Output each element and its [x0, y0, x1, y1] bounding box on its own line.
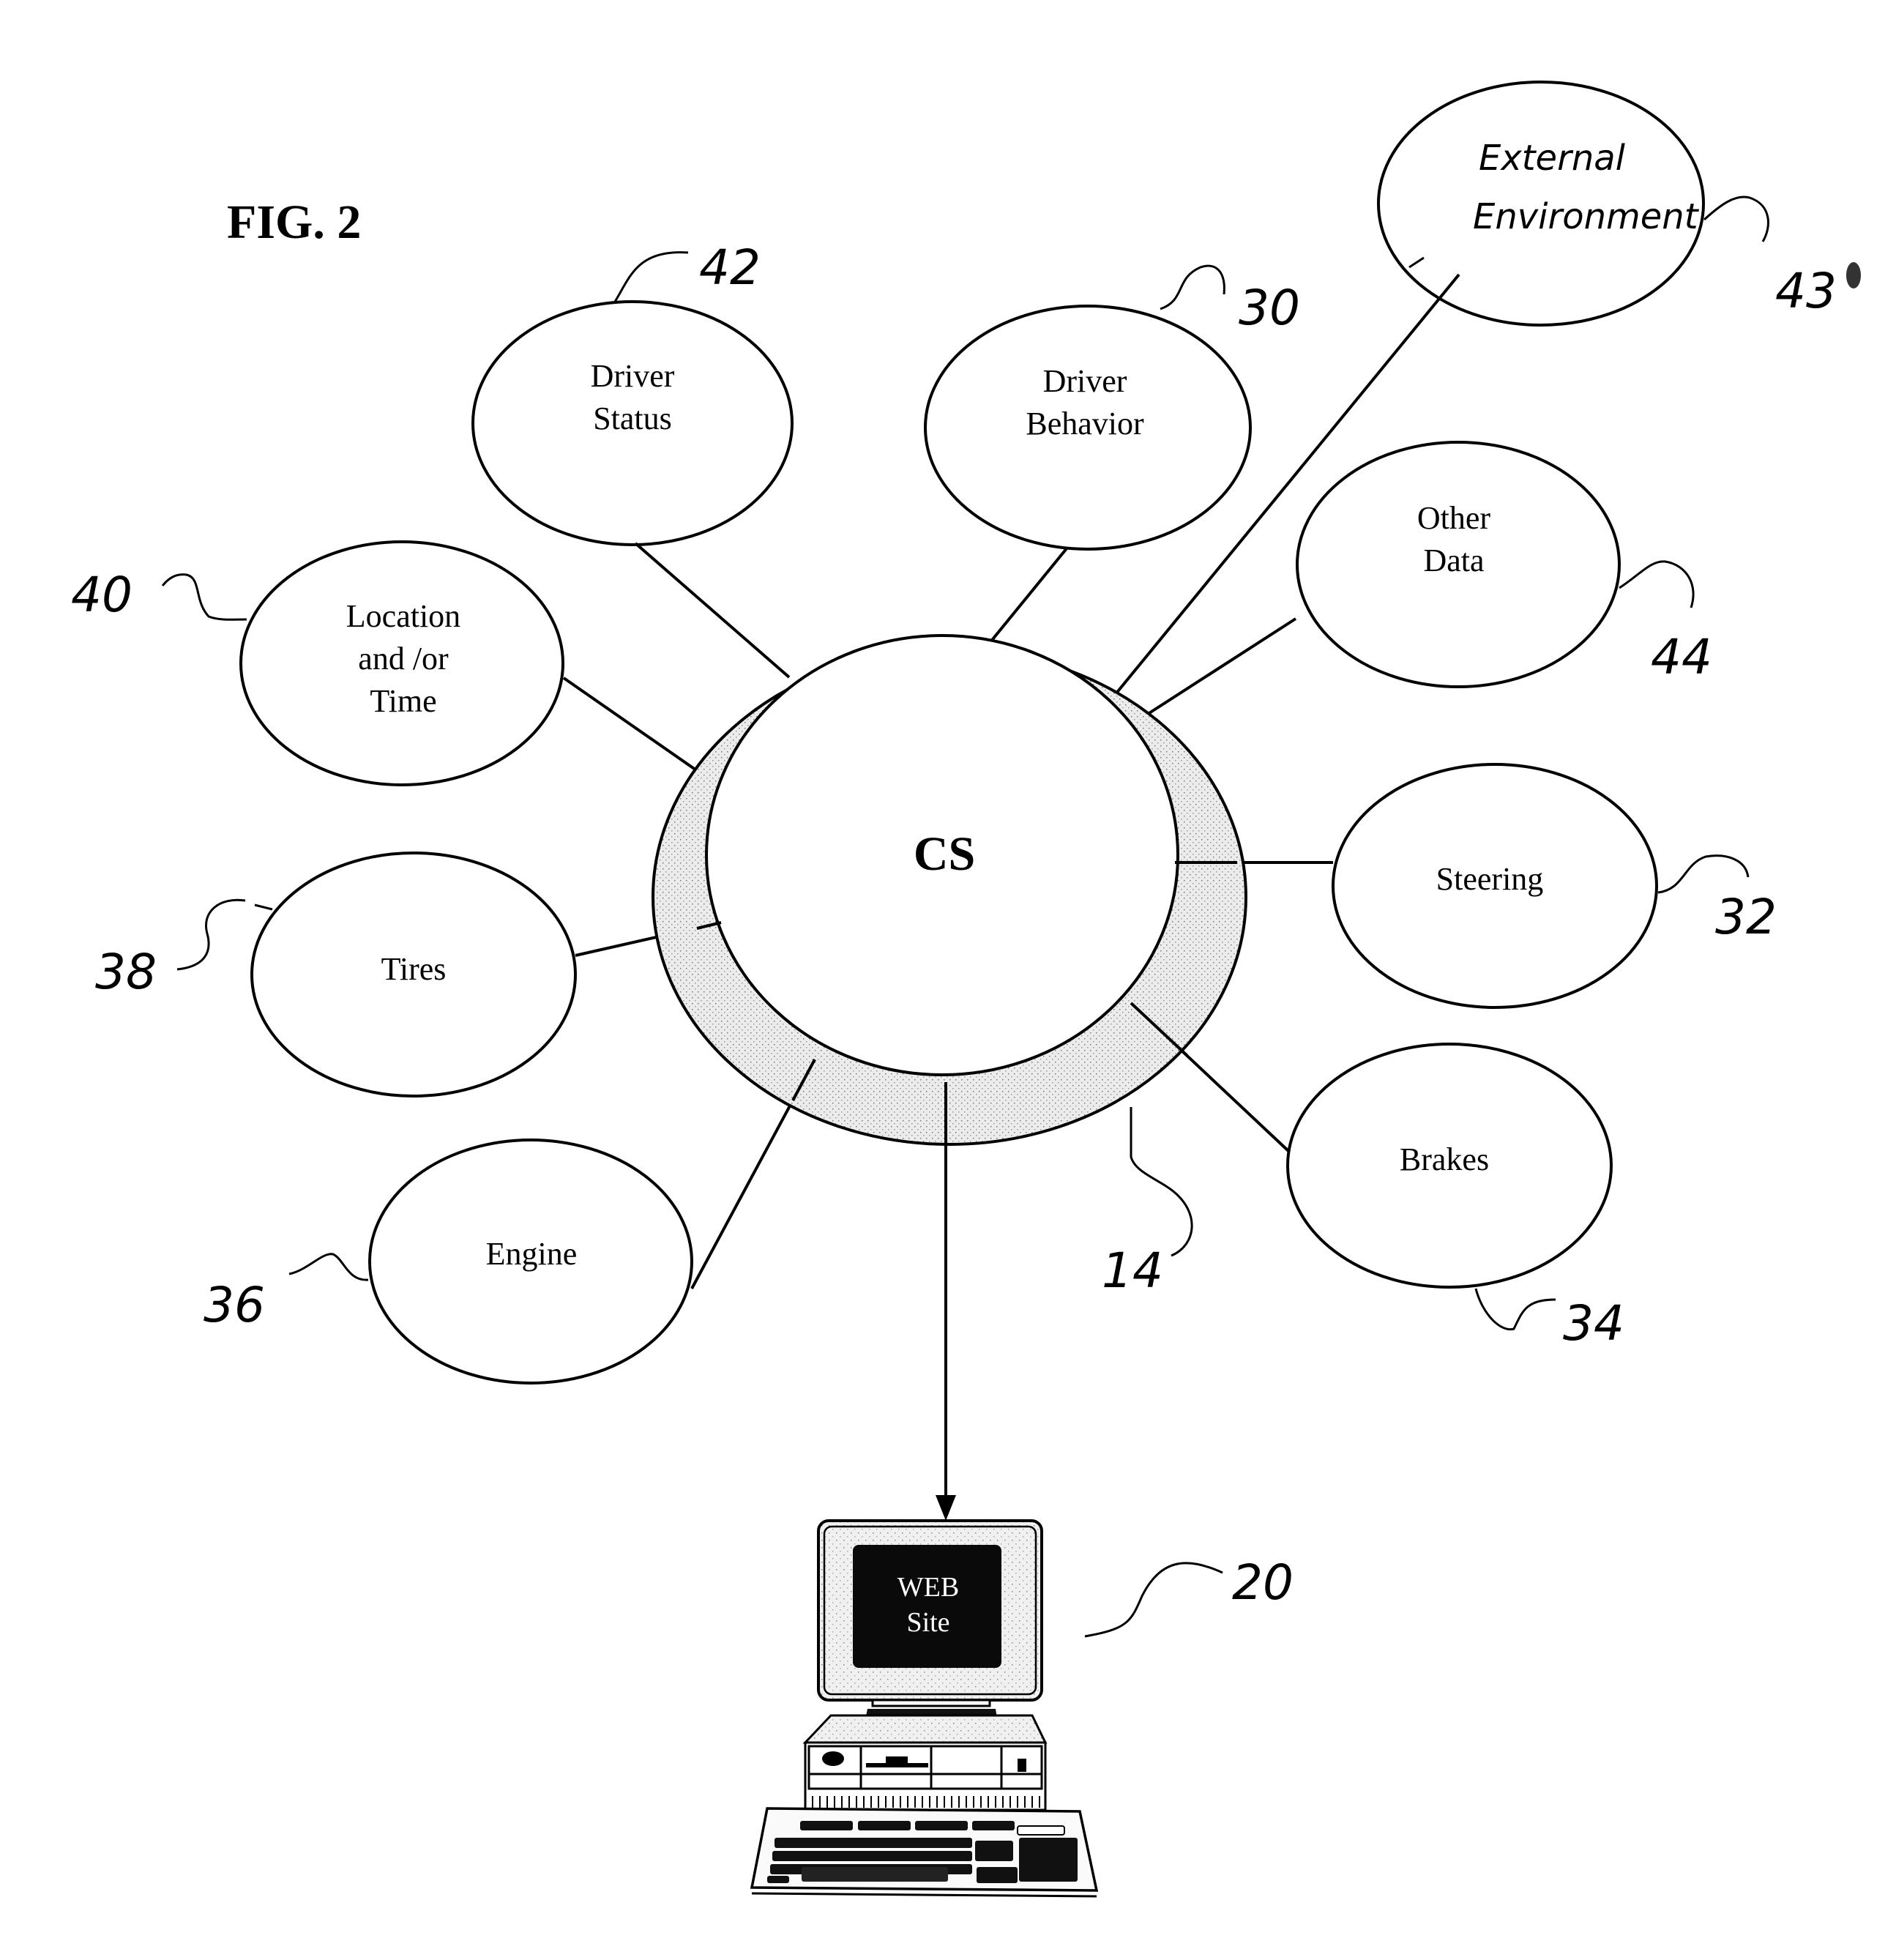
- keyboard-keys: [767, 1821, 1078, 1883]
- arrow-to-website: [936, 1082, 956, 1521]
- node-driver-status[interactable]: Driver Status: [471, 300, 794, 546]
- leader-30: [1160, 264, 1225, 310]
- ref-14: 14: [1102, 1242, 1163, 1299]
- node-external-environment[interactable]: External Environment: [1377, 81, 1705, 327]
- node-label: Steering: [1436, 861, 1544, 897]
- cs-label: CS: [914, 827, 975, 881]
- switch-icon: [1018, 1759, 1026, 1772]
- leader-34: [1474, 1288, 1556, 1331]
- screen-text: WEB: [897, 1572, 959, 1603]
- node-label: Location: [346, 598, 460, 634]
- ref-43-dot: [1846, 262, 1861, 288]
- node-label: and /or: [358, 641, 449, 677]
- leader-38: [176, 898, 273, 971]
- node-label: External: [1479, 138, 1626, 179]
- node-steering[interactable]: Steering: [1332, 763, 1658, 1009]
- arrow-head: [936, 1495, 956, 1521]
- monitor-stand-neck: [871, 1699, 991, 1707]
- node-label: Tires: [381, 951, 447, 987]
- node-label: Engine: [486, 1236, 578, 1272]
- node-engine[interactable]: Engine: [368, 1139, 693, 1385]
- ref-34: 34: [1563, 1295, 1624, 1352]
- leader-36: [288, 1253, 369, 1281]
- node-label: Status: [593, 400, 672, 436]
- ref-36: 36: [204, 1277, 265, 1333]
- node-label: Driver: [591, 358, 675, 394]
- ref-30: 30: [1239, 280, 1300, 336]
- leader-14: [1130, 1107, 1193, 1257]
- leader-43: [1703, 195, 1769, 242]
- ref-20: 20: [1232, 1554, 1294, 1611]
- keyboard-edge: [751, 1892, 1097, 1898]
- node-label: Brakes: [1400, 1141, 1489, 1177]
- web-site-computer[interactable]: WEB Site: [750, 1519, 1099, 1898]
- node-label: Time: [370, 683, 436, 719]
- connector-driver-status: [634, 542, 791, 679]
- ref-43: 43: [1775, 263, 1837, 319]
- power-button-icon: [822, 1751, 844, 1766]
- node-label: Environment: [1473, 196, 1700, 237]
- connector-other-data: [1130, 617, 1297, 726]
- node-tires[interactable]: Tires: [250, 852, 577, 1098]
- connector-external-environment: [1104, 273, 1460, 708]
- node-label: Driver: [1043, 363, 1127, 399]
- node-location-time[interactable]: Location and /or Time: [239, 540, 564, 786]
- node-label: Behavior: [1026, 406, 1144, 441]
- screen-text: Site: [906, 1607, 949, 1638]
- node-label: Data: [1423, 543, 1484, 578]
- leader-32: [1657, 854, 1750, 894]
- stray-mark: [1408, 256, 1425, 269]
- central-system: CS: [652, 634, 1247, 1146]
- connector-driver-behavior: [988, 546, 1069, 644]
- leader-20: [1084, 1562, 1223, 1638]
- floppy-drive-icon: [886, 1756, 908, 1764]
- ref-44: 44: [1651, 629, 1712, 685]
- leader-44: [1619, 560, 1695, 608]
- monitor-screen: [853, 1545, 1001, 1668]
- system-unit-top: [802, 1714, 1048, 1744]
- leader-40: [161, 573, 247, 621]
- figure-title: FIG. 2: [227, 195, 361, 249]
- leader-42: [613, 251, 689, 302]
- node-other-data[interactable]: Other Data: [1296, 441, 1621, 688]
- ref-40: 40: [71, 567, 133, 623]
- ref-32: 32: [1715, 889, 1777, 945]
- ref-42: 42: [699, 239, 761, 296]
- diagram-canvas: FIG. 2 CS Driver Status Driver Behavior …: [71, 81, 1861, 1898]
- node-label: Other: [1417, 500, 1491, 536]
- ref-38: 38: [95, 944, 157, 1000]
- node-driver-behavior[interactable]: Driver Behavior: [924, 305, 1252, 551]
- node-brakes[interactable]: Brakes: [1286, 1043, 1613, 1289]
